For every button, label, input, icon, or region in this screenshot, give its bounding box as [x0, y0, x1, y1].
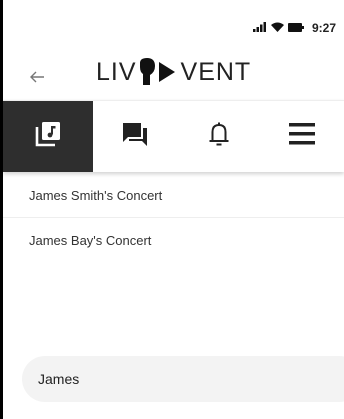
- logo-text-right: VENT: [180, 57, 252, 86]
- tab-menu[interactable]: [260, 101, 344, 172]
- screen: 9:27 LIV VENT James Smith's Concert Jame…: [0, 0, 344, 419]
- search-results-list: James Smith's Concert James Bay's Concer…: [3, 173, 344, 262]
- search-input[interactable]: [22, 356, 344, 402]
- tab-chat[interactable]: [93, 101, 177, 172]
- app-header: LIV VENT: [0, 48, 344, 96]
- list-item[interactable]: James Bay's Concert: [3, 218, 344, 262]
- tab-notifications[interactable]: [177, 101, 261, 172]
- logo-mark-icon: [138, 57, 180, 87]
- menu-icon: [288, 121, 316, 152]
- signal-icon: [252, 19, 267, 37]
- tab-bar: [3, 100, 344, 172]
- status-bar: 9:27: [0, 0, 344, 40]
- app-logo: LIV VENT: [96, 48, 251, 96]
- status-time: 9:27: [311, 21, 336, 35]
- tab-music-library[interactable]: [3, 101, 94, 172]
- arrow-left-icon[interactable]: [28, 68, 46, 86]
- music-library-icon: [34, 120, 62, 153]
- logo-text-left: LIV: [96, 57, 137, 86]
- battery-icon: [287, 19, 304, 37]
- wifi-icon: [270, 19, 284, 37]
- status-icons: 9:27: [252, 19, 336, 37]
- list-item[interactable]: James Smith's Concert: [3, 173, 344, 218]
- chat-icon: [121, 121, 149, 152]
- bell-icon: [207, 120, 231, 153]
